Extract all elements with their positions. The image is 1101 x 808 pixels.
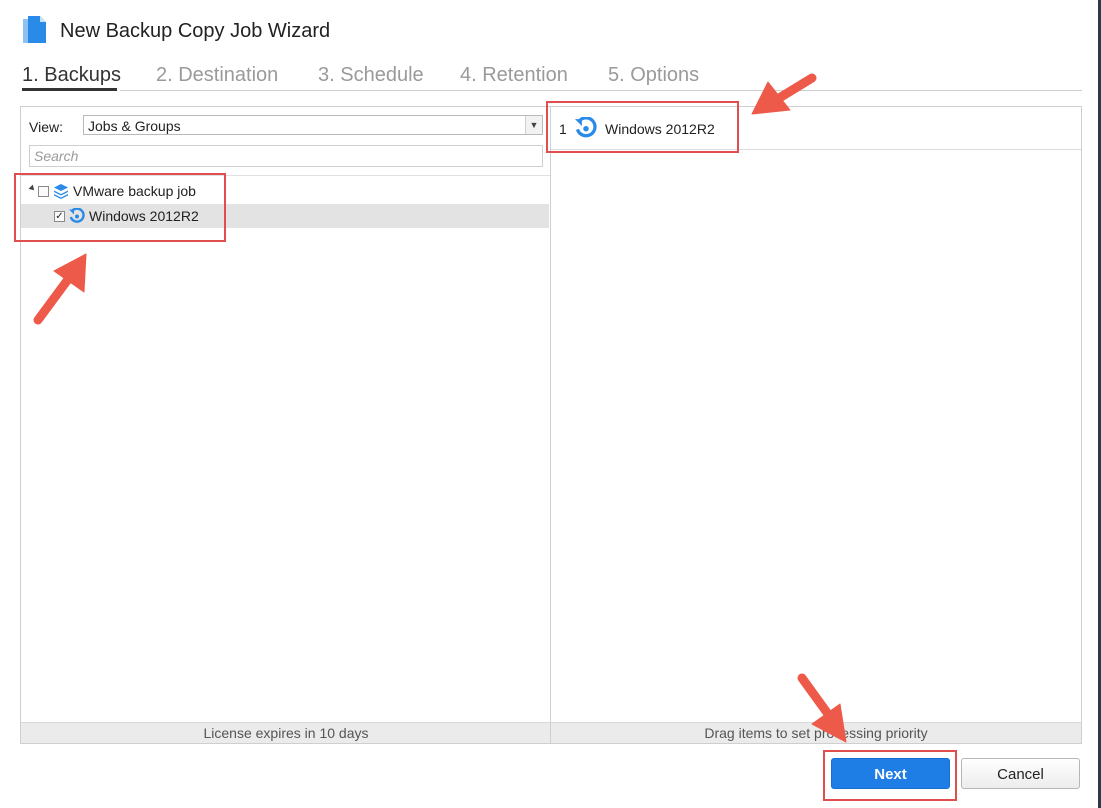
- document-copy-icon: [23, 16, 46, 43]
- backup-refresh-icon: [575, 117, 597, 138]
- priority-hint: Drag items to set processing priority: [551, 722, 1081, 743]
- next-button[interactable]: Next: [831, 758, 950, 789]
- priority-list-item[interactable]: 1 Windows 2012R2: [551, 107, 1081, 150]
- processing-priority-panel: 1 Windows 2012R2 Drag items to set proce…: [550, 106, 1082, 744]
- tree-checkbox[interactable]: ✓: [54, 211, 65, 222]
- backups-source-panel: View: Jobs & Groups ▼ Search VMware back…: [20, 106, 552, 744]
- tree-item-label: Windows 2012R2: [89, 208, 199, 224]
- view-label: View:: [29, 119, 63, 135]
- step-schedule[interactable]: 3. Schedule: [318, 64, 424, 87]
- expand-triangle-icon[interactable]: [28, 184, 37, 193]
- step-options[interactable]: 5. Options: [608, 64, 699, 87]
- steps-divider: [120, 90, 1082, 91]
- backup-refresh-icon: [69, 208, 85, 223]
- tree-checkbox[interactable]: [38, 186, 49, 197]
- chevron-down-icon[interactable]: ▼: [525, 116, 542, 134]
- priority-number: 1: [559, 121, 567, 137]
- cancel-button[interactable]: Cancel: [961, 758, 1080, 789]
- tree-item-windows-2012r2[interactable]: ✓ Windows 2012R2: [21, 204, 549, 228]
- active-step-underline: [22, 88, 117, 91]
- priority-item-label: Windows 2012R2: [605, 121, 715, 137]
- view-select[interactable]: Jobs & Groups ▼: [83, 115, 543, 135]
- step-destination[interactable]: 2. Destination: [156, 64, 278, 87]
- window-title: New Backup Copy Job Wizard: [60, 20, 331, 42]
- step-backups[interactable]: 1. Backups: [22, 64, 121, 87]
- layers-icon: [54, 184, 68, 199]
- search-input[interactable]: Search: [29, 145, 543, 167]
- tree-item-vmware-backup-job[interactable]: VMware backup job: [21, 179, 549, 203]
- tree-item-label: VMware backup job: [73, 183, 196, 199]
- step-retention[interactable]: 4. Retention: [460, 64, 568, 87]
- wizard-window: New Backup Copy Job Wizard 1. Backups 2.…: [0, 0, 1101, 808]
- search-separator: [21, 175, 551, 176]
- view-select-value: Jobs & Groups: [88, 118, 181, 134]
- license-status: License expires in 10 days: [21, 722, 551, 743]
